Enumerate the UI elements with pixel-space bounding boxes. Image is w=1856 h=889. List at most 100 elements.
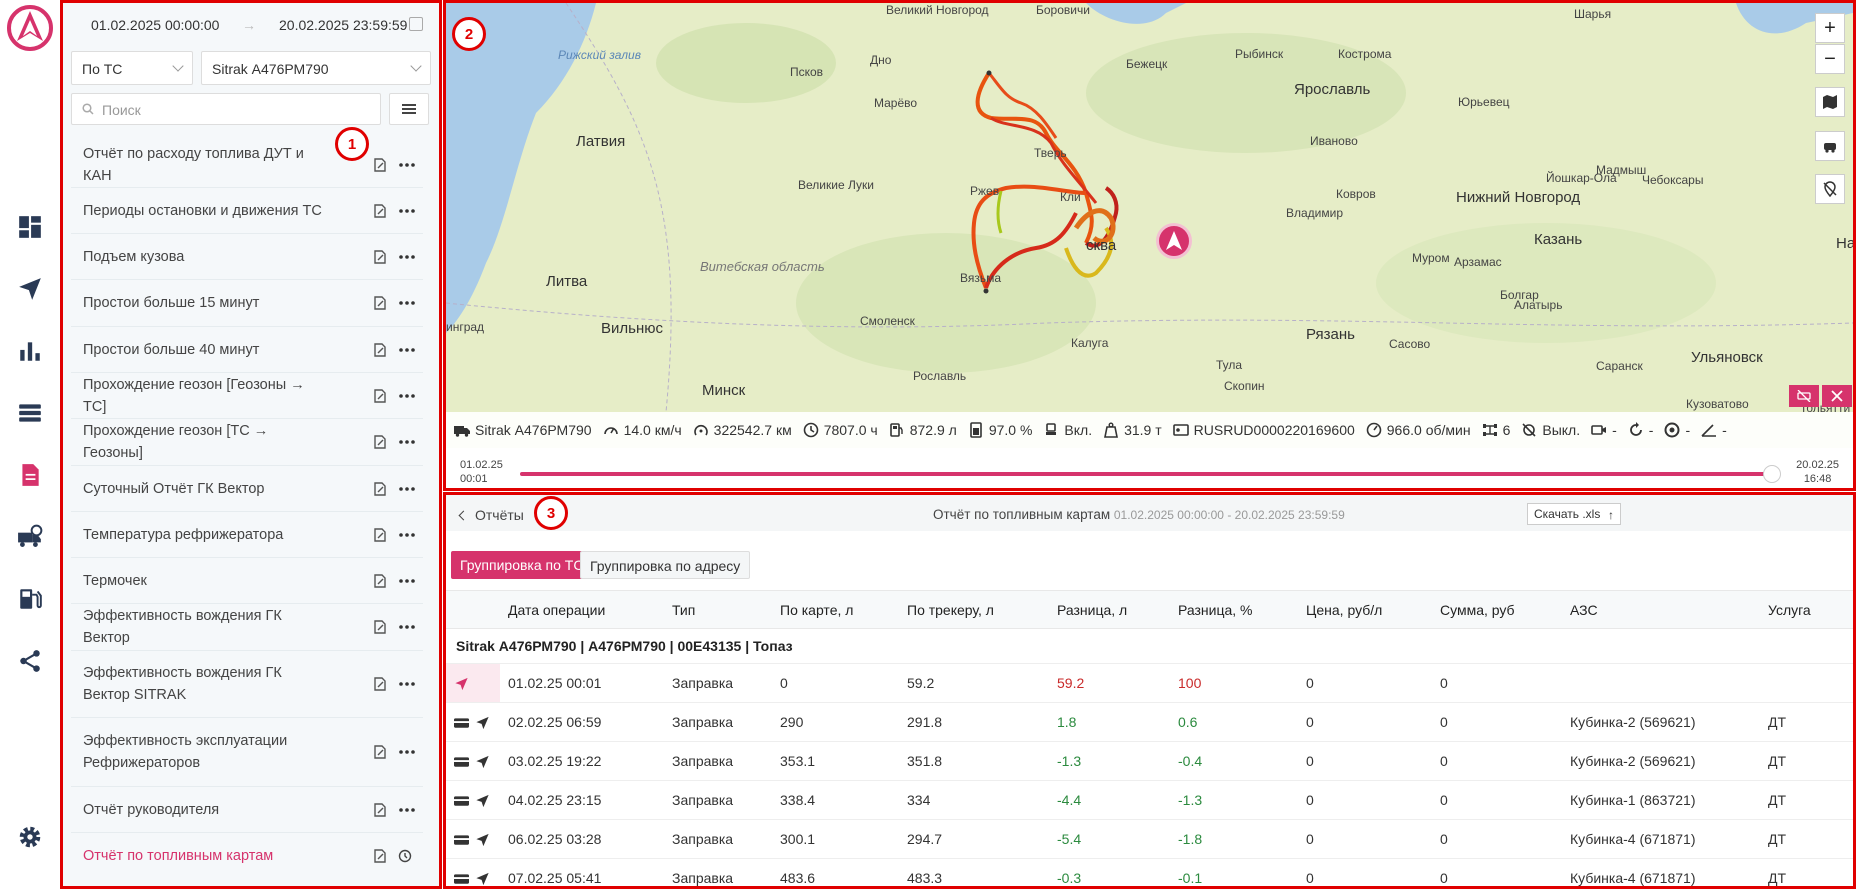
download-xls-button[interactable]: Скачать .xls ↑ [1527, 503, 1621, 525]
zoom-out-button[interactable]: − [1815, 44, 1845, 74]
geozones-toggle-button[interactable] [1815, 174, 1845, 204]
vehicles-toggle-button[interactable] [1815, 131, 1845, 161]
report-item[interactable]: Подъем кузова [71, 234, 423, 280]
edit-report-icon[interactable] [374, 745, 386, 759]
fuel-card-icon[interactable] [454, 834, 469, 846]
navigation-icon[interactable] [475, 755, 490, 769]
more-options-icon[interactable] [399, 393, 415, 398]
timeline-slider-handle[interactable] [1763, 465, 1781, 483]
edit-report-icon[interactable] [374, 158, 386, 172]
edit-report-icon[interactable] [374, 249, 386, 264]
report-item[interactable]: Прохождение геозон [ТС → Геозоны] [71, 419, 423, 466]
col-diff-percent[interactable]: Разница, % [1170, 590, 1298, 629]
back-to-reports-button[interactable]: Отчёты [458, 507, 524, 523]
navigation-icon[interactable] [475, 716, 490, 730]
report-icon[interactable] [13, 458, 47, 492]
more-options-icon[interactable] [399, 486, 415, 491]
edit-report-icon[interactable] [374, 388, 386, 403]
group-by-select[interactable]: По ТС [71, 51, 193, 85]
group-by-address-button[interactable]: Группировка по адресу [580, 551, 751, 579]
report-item-active[interactable]: Отчёт по топливным картам [71, 833, 423, 879]
col-diff[interactable]: Разница, л [1049, 590, 1170, 629]
col-tracker[interactable]: По трекеру, л [899, 590, 1049, 629]
navigation-icon[interactable] [475, 794, 490, 808]
edit-report-icon[interactable] [374, 481, 386, 496]
navigation-icon[interactable] [13, 272, 47, 306]
report-item[interactable]: Простои больше 15 минут [71, 280, 423, 327]
date-to[interactable]: 20.02.2025 23:59:59 [279, 17, 407, 33]
edit-report-icon[interactable] [374, 573, 386, 588]
report-item[interactable]: Температура рефрижератора [71, 512, 423, 558]
fuel-card-icon[interactable] [454, 756, 469, 768]
col-price[interactable]: Цена, руб/л [1298, 590, 1432, 629]
report-item[interactable]: Отчёт по расходу топлива ДУТ и КАН [71, 143, 423, 188]
more-options-icon[interactable] [399, 578, 415, 583]
report-item[interactable]: Термочек [71, 558, 423, 604]
report-item[interactable]: Периоды остановки и движения ТС [71, 188, 423, 234]
edit-report-icon[interactable] [374, 435, 386, 449]
list-menu-button[interactable] [389, 93, 429, 125]
dashboard-icon[interactable] [13, 210, 47, 244]
more-options-icon[interactable] [399, 625, 415, 629]
fuel-card-icon[interactable] [454, 873, 469, 885]
table-row[interactable]: 04.02.25 23:15 Заправка 338.4 334 -4.4 -… [446, 780, 1853, 820]
settings-icon[interactable] [13, 820, 47, 854]
more-options-icon[interactable] [399, 301, 415, 305]
table-row[interactable]: 02.02.25 06:59 Заправка 290 291.8 1.8 0.… [446, 702, 1853, 742]
edit-report-icon[interactable] [374, 296, 386, 310]
col-card[interactable]: По карте, л [772, 590, 899, 629]
calendar-icon[interactable] [409, 17, 423, 31]
search-input[interactable]: Поиск [71, 93, 381, 125]
report-item[interactable]: Суточный Отчёт ГК Вектор [71, 466, 423, 512]
close-map-button[interactable] [1822, 385, 1852, 407]
report-item[interactable]: Простои больше 40 минут [71, 327, 423, 373]
track-timeline[interactable]: 01.02.25 00:01 20.02.25 16:48 [446, 448, 1853, 488]
navigation-icon[interactable] [475, 872, 490, 886]
navigation-icon[interactable] [475, 833, 490, 847]
table-row[interactable]: 03.02.25 19:22 Заправка 353.1 351.8 -1.3… [446, 741, 1853, 781]
bar-chart-icon[interactable] [13, 334, 47, 368]
col-sum[interactable]: Сумма, руб [1432, 590, 1562, 629]
report-item[interactable]: Отчёт руководителя [71, 787, 423, 833]
edit-report-icon[interactable] [374, 527, 386, 542]
table-row[interactable]: 06.02.25 03:28 Заправка 300.1 294.7 -5.4… [446, 819, 1853, 859]
date-from[interactable]: 01.02.2025 00:00:00 [91, 17, 219, 33]
fuel-card-icon[interactable] [454, 717, 469, 729]
col-date[interactable]: Дата операции [500, 590, 664, 629]
history-icon[interactable] [398, 849, 412, 863]
more-options-icon[interactable] [399, 163, 415, 167]
map-layers-button[interactable] [1815, 87, 1845, 117]
more-options-icon[interactable] [399, 347, 415, 352]
edit-report-icon[interactable] [374, 620, 386, 634]
vehicle-select[interactable]: Sitrak А476РМ790 [201, 51, 431, 85]
group-by-vehicle-button[interactable]: Группировка по ТС [451, 551, 593, 579]
truck-clock-icon[interactable] [13, 520, 47, 554]
fuel-icon[interactable] [13, 582, 47, 616]
edit-report-icon[interactable] [374, 802, 386, 817]
edit-report-icon[interactable] [374, 342, 386, 357]
fuel-card-icon[interactable] [454, 795, 469, 807]
more-options-icon[interactable] [399, 682, 415, 686]
more-options-icon[interactable] [399, 532, 415, 537]
col-service[interactable]: Услуга [1760, 590, 1853, 629]
date-range-picker[interactable]: 01.02.2025 00:00:00 → 20.02.2025 23:59:5… [71, 9, 431, 41]
more-options-icon[interactable] [399, 750, 415, 754]
hide-track-button[interactable] [1789, 385, 1819, 407]
edit-report-icon[interactable] [374, 849, 386, 863]
arrow-up-icon[interactable]: ↑ [1608, 508, 1614, 522]
report-item[interactable]: Прохождение геозон [Геозоны → ТС] [71, 373, 423, 419]
table-row[interactable]: 07.02.25 05:41 Заправка 483.6 483.3 -0.3… [446, 858, 1853, 886]
layers-icon[interactable] [13, 396, 47, 430]
col-station[interactable]: АЗС [1562, 590, 1760, 629]
timeline-progress-bar[interactable] [520, 472, 1770, 476]
edit-report-icon[interactable] [374, 677, 386, 691]
navigation-icon[interactable] [454, 677, 469, 691]
more-options-icon[interactable] [399, 254, 415, 259]
more-options-icon[interactable] [399, 807, 415, 812]
report-item[interactable]: Эффективность эксплуатации Рефрижераторо… [71, 718, 423, 787]
app-logo-icon[interactable] [5, 3, 55, 53]
more-options-icon[interactable] [399, 440, 415, 444]
report-item[interactable]: Эффективность вождения ГК Вектор SITRAK [71, 651, 423, 718]
share-icon[interactable] [13, 644, 47, 678]
table-row[interactable]: 01.02.25 00:01 Заправка 0 59.2 59.2 100 … [446, 663, 1853, 703]
